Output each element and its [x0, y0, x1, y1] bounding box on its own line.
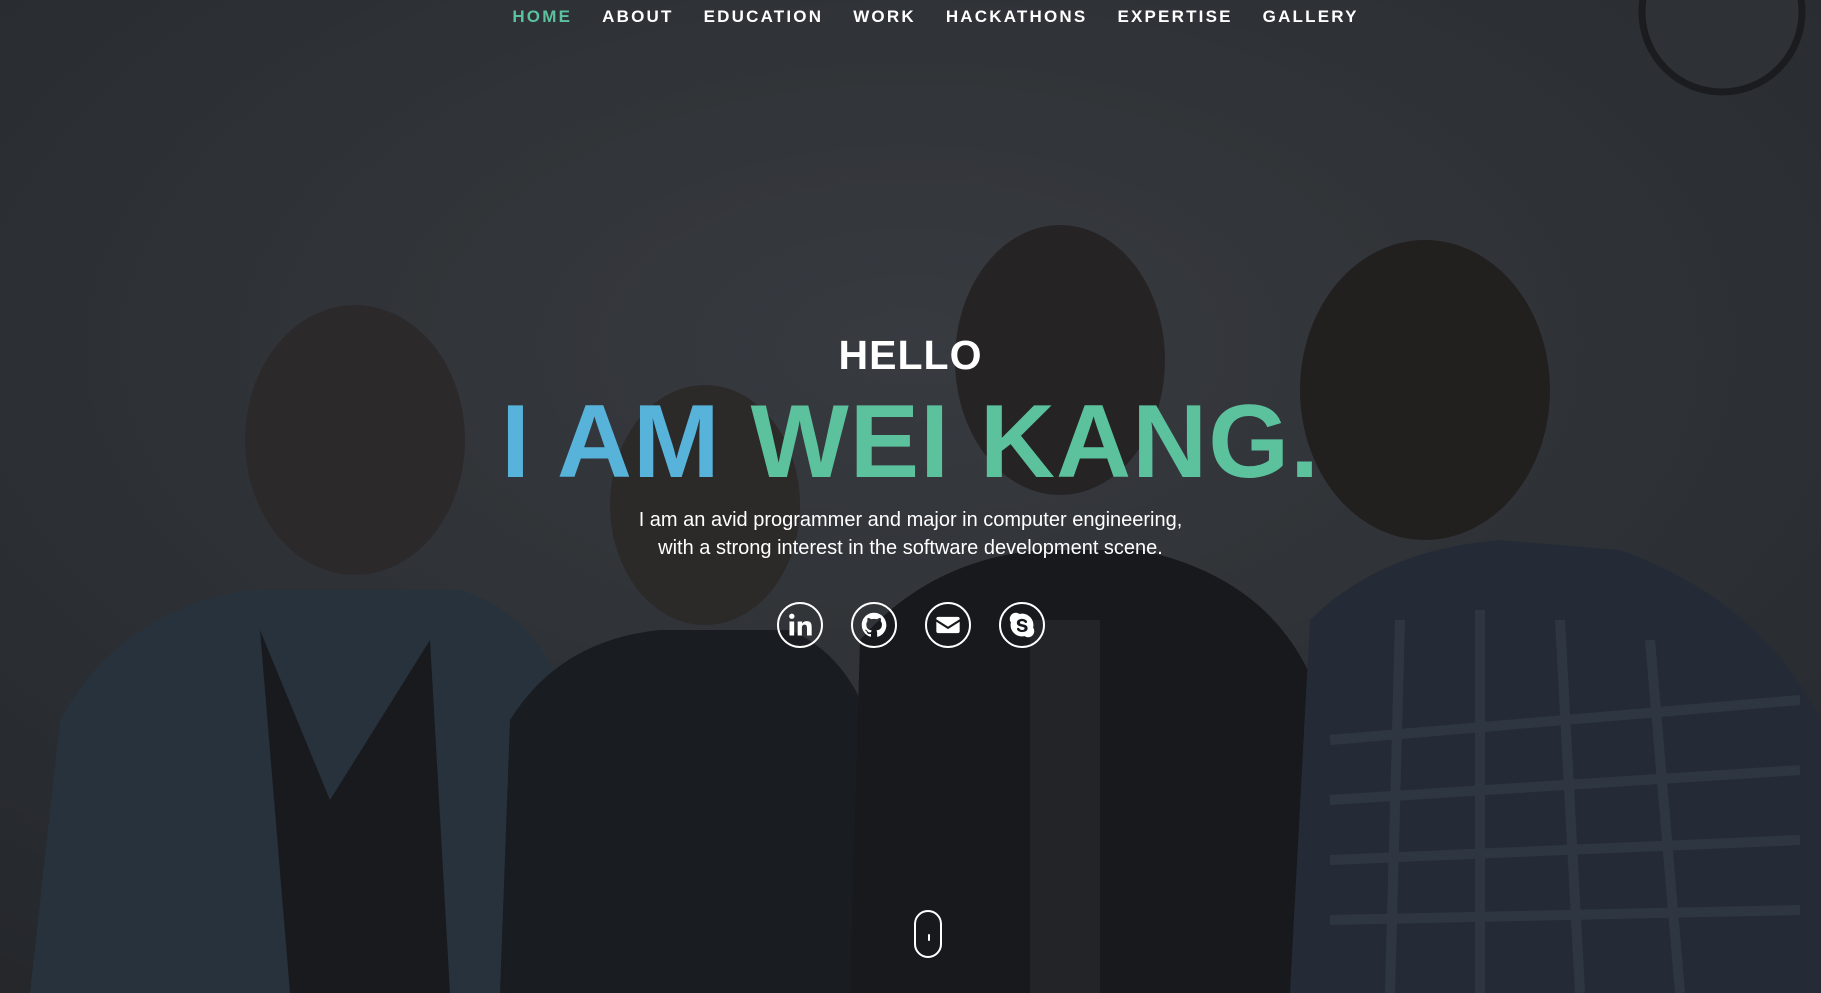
- linkedin-link[interactable]: [776, 602, 823, 648]
- social-links: [0, 602, 1821, 648]
- email-link[interactable]: [924, 602, 971, 648]
- scroll-down-indicator[interactable]: [914, 910, 942, 958]
- description-line-1: I am an avid programmer and major in com…: [638, 509, 1183, 531]
- nav-item-expertise[interactable]: EXPERTISE: [1117, 0, 1232, 34]
- greeting-heading: HELLO: [838, 332, 983, 378]
- nav-item-work[interactable]: WORK: [853, 0, 916, 34]
- github-icon: [861, 612, 886, 637]
- hero-content: HELLO I AM WEI KANG. I am an avid progra…: [0, 330, 1821, 648]
- mouse-wheel-icon: [928, 934, 930, 941]
- nav-item-about[interactable]: ABOUT: [602, 0, 673, 34]
- hero-headline: I AM WEI KANG.: [0, 388, 1821, 496]
- nav-list: HOME ABOUT EDUCATION WORK HACKATHONS EXP…: [497, 0, 1373, 34]
- nav-item-home[interactable]: HOME: [512, 0, 572, 34]
- description-line-2: with a strong interest in the software d…: [658, 537, 1163, 559]
- linkedin-icon: [788, 613, 812, 636]
- headline-intro: I AM: [501, 384, 721, 500]
- nav-item-gallery[interactable]: GALLERY: [1263, 0, 1359, 34]
- nav-item-hackathons[interactable]: HACKATHONS: [946, 0, 1088, 34]
- nav-item-education[interactable]: EDUCATION: [704, 0, 824, 34]
- github-link[interactable]: [850, 602, 897, 648]
- hero-section: HOME ABOUT EDUCATION WORK HACKATHONS EXP…: [0, 0, 1821, 993]
- main-navigation: HOME ABOUT EDUCATION WORK HACKATHONS EXP…: [0, 0, 1821, 34]
- headline-name: WEI KANG.: [750, 384, 1320, 500]
- skype-icon: [1009, 612, 1034, 638]
- envelope-icon: [935, 616, 960, 634]
- skype-link[interactable]: [998, 602, 1045, 648]
- hero-description: I am an avid programmer and major in com…: [0, 506, 1821, 562]
